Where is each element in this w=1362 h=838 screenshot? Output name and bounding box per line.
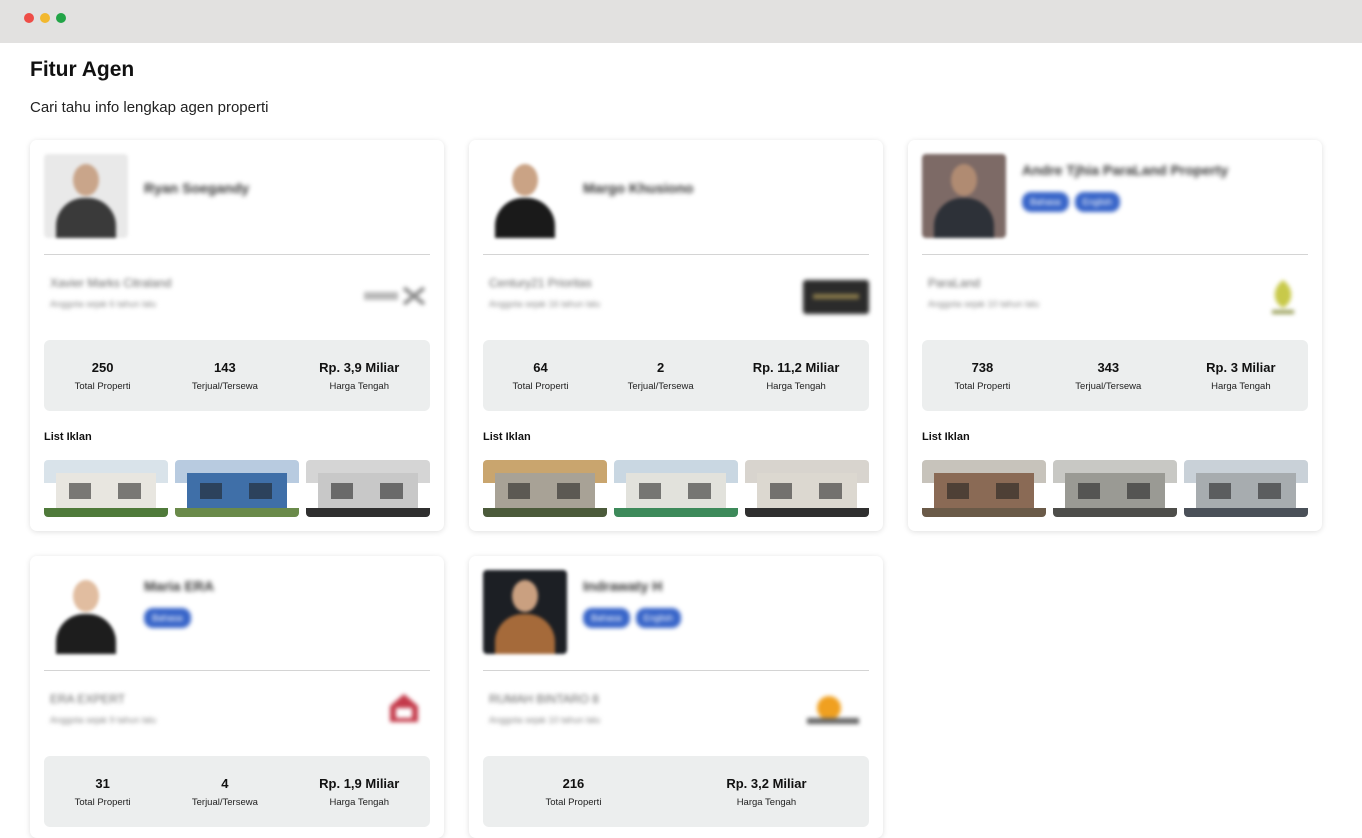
agent-card[interactable]: Ryan Soegandy Xavier Marks Citraland Ang… [30,140,444,531]
agency-name: Xavier Marks Citraland [50,276,172,290]
listing-thumbnail[interactable] [614,460,738,517]
stat-harga-tengah: Rp. 1,9 Miliar Harga Tengah [319,775,400,808]
stat-terjual-tersewa: 143 Terjual/Tersewa [191,359,258,392]
agent-name[interactable]: Maria ERA [144,578,214,594]
listing-thumbnail[interactable] [44,460,168,517]
agency-name: Century21 Prioritas [489,276,592,290]
listing-thumbnail[interactable] [483,460,607,517]
listing-thumbnail[interactable] [922,460,1046,517]
member-since: Anggota sejak 10 tahun lalu [928,299,1040,309]
language-badge: Bahasa [583,608,630,628]
agency-name: RUMAH BINTARO 8 [489,692,599,706]
agency-logo [364,286,426,306]
member-since: Anggota sejak 9 tahun lalu [50,715,157,725]
language-badges: Bahasa English [1022,192,1121,212]
agent-avatar[interactable] [44,570,128,654]
page-title: Fitur Agen [30,58,135,81]
agent-name[interactable]: Margo Khusiono [583,180,693,196]
stat-harga-tengah: Rp. 3,9 Miliar Harga Tengah [319,359,400,392]
agency-name: ParaLand [928,276,981,290]
listing-thumbnail[interactable] [1184,460,1308,517]
stat-total-properti: 738 Total Properti [954,359,1011,392]
list-iklan-label: List Iklan [44,431,92,443]
stat-total-properti: 64 Total Properti [512,359,569,392]
maximize-window-button[interactable] [56,13,66,23]
listing-thumbnails [44,460,430,517]
agent-card[interactable]: Maria ERA Bahasa ERA EXPERT Anggota seja… [30,556,444,838]
agency-logo [801,694,863,730]
stat-terjual-tersewa: 2 Terjual/Tersewa [627,359,694,392]
listing-thumbnail[interactable] [175,460,299,517]
language-badges: Bahasa [144,608,191,628]
language-badge: Bahasa [144,608,191,628]
card-divider [44,254,430,255]
language-badge: English [1074,192,1121,212]
agent-stats: 64 Total Properti 2 Terjual/Tersewa Rp. … [483,340,869,411]
agent-name[interactable]: Andre Tjhia ParaLand Property [1022,162,1228,178]
stat-harga-tengah: Rp. 11,2 Miliar Harga Tengah [752,359,840,392]
agent-avatar[interactable] [483,570,567,654]
minimize-window-button[interactable] [40,13,50,23]
agent-card[interactable]: Indrawaty H Bahasa English RUMAH BINTARO… [469,556,883,838]
member-since: Anggota sejak 16 tahun lalu [489,299,601,309]
card-divider [483,254,869,255]
agent-avatar[interactable] [922,154,1006,238]
stat-total-properti: 31 Total Properti [74,775,131,808]
agent-avatar[interactable] [483,154,567,238]
page-subtitle: Cari tahu info lengkap agen properti [30,99,269,116]
list-iklan-label: List Iklan [483,431,531,443]
member-since: Anggota sejak 10 tahun lalu [489,715,601,725]
agent-avatar[interactable] [44,154,128,238]
agent-name[interactable]: Indrawaty H [583,578,662,594]
stat-total-properti: 250 Total Properti [74,359,131,392]
agent-stats: 31 Total Properti 4 Terjual/Tersewa Rp. … [44,756,430,827]
language-badges: Bahasa English [583,608,682,628]
stat-terjual-tersewa: 4 Terjual/Tersewa [191,775,258,808]
listing-thumbnails [922,460,1308,517]
close-window-button[interactable] [24,13,34,23]
member-since: Anggota sejak 6 tahun lalu [50,299,157,309]
listing-thumbnail[interactable] [306,460,430,517]
listing-thumbnail[interactable] [745,460,869,517]
stat-harga-tengah: Rp. 3,2 Miliar Harga Tengah [726,775,807,808]
agent-card[interactable]: Andre Tjhia ParaLand Property Bahasa Eng… [908,140,1322,531]
stat-terjual-tersewa: 343 Terjual/Tersewa [1075,359,1142,392]
agency-logo [803,280,869,314]
list-iklan-label: List Iklan [922,431,970,443]
agent-card[interactable]: Margo Khusiono Century21 Prioritas Anggo… [469,140,883,531]
agent-stats: 250 Total Properti 143 Terjual/Tersewa R… [44,340,430,411]
agency-logo [1264,276,1302,318]
agent-name[interactable]: Ryan Soegandy [144,180,249,196]
listing-thumbnail[interactable] [1053,460,1177,517]
language-badge: English [635,608,682,628]
agency-name: ERA EXPERT [50,692,126,706]
window-titlebar [0,0,1362,43]
listing-thumbnails [483,460,869,517]
card-divider [44,670,430,671]
card-divider [483,670,869,671]
language-badge: Bahasa [1022,192,1069,212]
agent-stats: 738 Total Properti 343 Terjual/Tersewa R… [922,340,1308,411]
card-divider [922,254,1308,255]
stat-total-properti: 216 Total Properti [545,775,602,808]
stat-harga-tengah: Rp. 3 Miliar Harga Tengah [1206,359,1276,392]
agent-stats: 216 Total Properti Rp. 3,2 Miliar Harga … [483,756,869,827]
agency-logo [388,692,420,732]
